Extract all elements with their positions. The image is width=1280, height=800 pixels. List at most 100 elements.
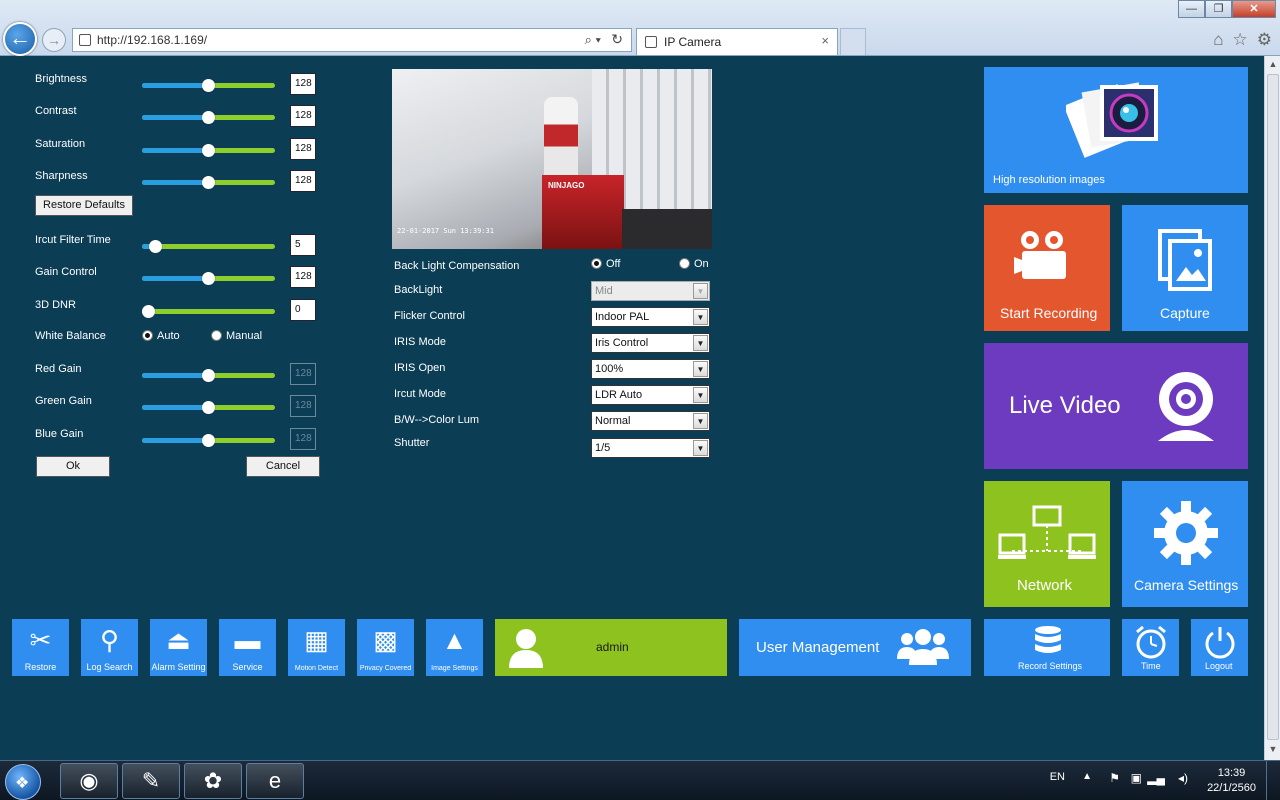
start-recording-tile[interactable]: Start Recording [984,205,1110,331]
form-select[interactable]: 1/5 ▼ [591,438,710,458]
volume-icon[interactable]: ◂) [1178,771,1188,785]
tab-close-icon[interactable]: × [821,33,829,48]
backlight-compensation-label: Back Light Compensation [394,260,520,272]
home-icon[interactable]: ⌂ [1213,30,1223,50]
tile-service[interactable]: ▬ Service [219,619,276,676]
scroll-down-icon[interactable]: ▼ [1267,744,1279,754]
slider-handle[interactable] [202,272,215,285]
form-select[interactable]: Indoor PAL ▼ [591,307,710,327]
power-icon [1205,627,1235,659]
cancel-button[interactable]: Cancel [246,456,320,477]
tile-log-search[interactable]: ⚲ Log Search [81,619,138,676]
backlight-on-radio[interactable]: On [679,258,709,270]
record-settings-label: Record Settings [1018,661,1083,671]
paint-palette-icon[interactable]: ✿ [184,763,242,799]
slider-handle[interactable] [149,240,163,253]
vertical-scrollbar[interactable]: ▲ ▼ [1264,56,1280,760]
maximize-button[interactable]: ❐ [1205,0,1232,18]
chevron-down-icon[interactable]: ▼ [693,309,708,325]
slider-value-field[interactable]: 128 [290,73,316,95]
tools-gear-icon[interactable]: ⚙ [1257,30,1272,50]
slider-row-ircut-filter-time: Ircut Filter Time 5 [35,234,325,258]
white-balance-auto-radio[interactable]: Auto [142,330,180,342]
record-settings-tile[interactable]: Record Settings [984,619,1110,676]
user-management-tile[interactable]: User Management [739,619,971,676]
slider-handle[interactable] [202,176,215,189]
slider-handle[interactable] [202,369,215,382]
restore-defaults-button[interactable]: Restore Defaults [35,195,133,216]
slider-value-field[interactable]: 128 [290,105,316,127]
url-text[interactable]: http://192.168.1.169/ [97,33,207,47]
live-video-tile[interactable]: Live Video [984,343,1248,469]
tile-alarm-setting[interactable]: ⏏ Alarm Setting [150,619,207,676]
network-tile[interactable]: Network [984,481,1110,607]
slider-handle[interactable] [202,144,215,157]
paint-network-icon[interactable]: ✎ [122,763,180,799]
show-desktop-button[interactable] [1266,761,1280,800]
chevron-down-icon[interactable]: ▼ [693,335,708,351]
back-arrow-icon[interactable]: ← [3,22,37,56]
logout-tile[interactable]: Logout [1191,619,1248,676]
slider-value-field[interactable]: 128 [290,266,316,288]
high-resolution-images-tile[interactable]: High resolution images [984,67,1248,193]
chevron-down-icon[interactable]: ▼ [693,361,708,377]
ok-button[interactable]: Ok [36,456,110,477]
white-balance-manual-radio[interactable]: Manual [211,330,262,342]
action-center-flag-icon[interactable]: ⚑ [1109,771,1120,785]
camera-preview[interactable]: NINJAGO 22-01-2017 Sun 13:39:31 [392,69,712,249]
network-signal-icon[interactable]: ▂▄ [1147,771,1165,785]
form-select: Mid ▼ [591,281,710,301]
new-tab-button[interactable] [840,28,866,55]
tile-restore[interactable]: ✂ Restore [12,619,69,676]
slider-handle[interactable] [202,111,215,124]
form-select[interactable]: Iris Control ▼ [591,333,710,353]
tile-privacy-covered[interactable]: ▩ Privacy Covered [357,619,414,676]
slider-handle[interactable] [142,305,155,318]
close-window-button[interactable]: ✕ [1232,0,1276,18]
time-tile[interactable]: Time [1122,619,1179,676]
capture-tile[interactable]: Capture [1122,205,1248,331]
scroll-up-icon[interactable]: ▲ [1267,59,1279,69]
language-indicator[interactable]: EN [1050,771,1065,783]
scroll-thumb[interactable] [1267,74,1279,740]
show-hidden-icons-icon[interactable]: ▲ [1082,771,1092,782]
chevron-down-icon[interactable]: ▼ [693,413,708,429]
chevron-down-icon[interactable]: ▼ [693,440,708,456]
slider-value-field[interactable]: 5 [290,234,316,256]
chevron-down-icon[interactable]: ▼ [693,387,708,403]
radio-off-dot[interactable] [591,258,602,269]
camera-settings-tile[interactable]: Camera Settings [1122,481,1248,607]
favorites-star-icon[interactable]: ☆ [1233,30,1248,50]
admin-tile[interactable]: admin [495,619,727,676]
slider-value-field[interactable]: 128 [290,138,316,160]
slider-track[interactable] [142,309,275,314]
radio-manual-dot[interactable] [211,330,222,341]
chrome-icon[interactable]: ◉ [60,763,118,799]
internet-explorer-icon[interactable]: e [246,763,304,799]
tile-motion-detect[interactable]: ▦ Motion Detect [288,619,345,676]
power-plug-icon[interactable]: ▣ [1131,771,1142,785]
backlight-off-radio[interactable]: Off [591,258,620,270]
slider-handle[interactable] [202,401,215,414]
search-icon[interactable]: ⌕ ▾ [585,32,601,48]
address-bar[interactable]: http://192.168.1.169/ ⌕ ▾ ↻ [72,28,632,52]
slider-value-field[interactable]: 128 [290,170,316,192]
start-button[interactable]: ❖ [5,764,41,800]
tile-image-settings[interactable]: ▲ Image Settings [426,619,483,676]
form-select[interactable]: 100% ▼ [591,359,710,379]
slider-handle[interactable] [202,79,215,92]
form-select[interactable]: Normal ▼ [591,411,710,431]
select-value: LDR Auto [595,389,643,401]
slider-handle[interactable] [202,434,215,447]
radio-on-dot[interactable] [679,258,690,269]
tab-ip-camera[interactable]: IP Camera × [636,28,838,55]
radio-auto-dot[interactable] [142,330,153,341]
form-select[interactable]: LDR Auto ▼ [591,385,710,405]
forward-arrow-icon[interactable]: → [42,28,66,52]
small-tile-label: Privacy Covered [359,665,412,672]
clock[interactable]: 13:39 22/1/2560 [1207,766,1256,796]
preview-box-text: NINJAGO [548,181,585,190]
slider-value-field[interactable]: 0 [290,299,316,321]
minimize-button[interactable]: — [1178,0,1205,18]
refresh-icon[interactable]: ↻ [611,31,623,48]
